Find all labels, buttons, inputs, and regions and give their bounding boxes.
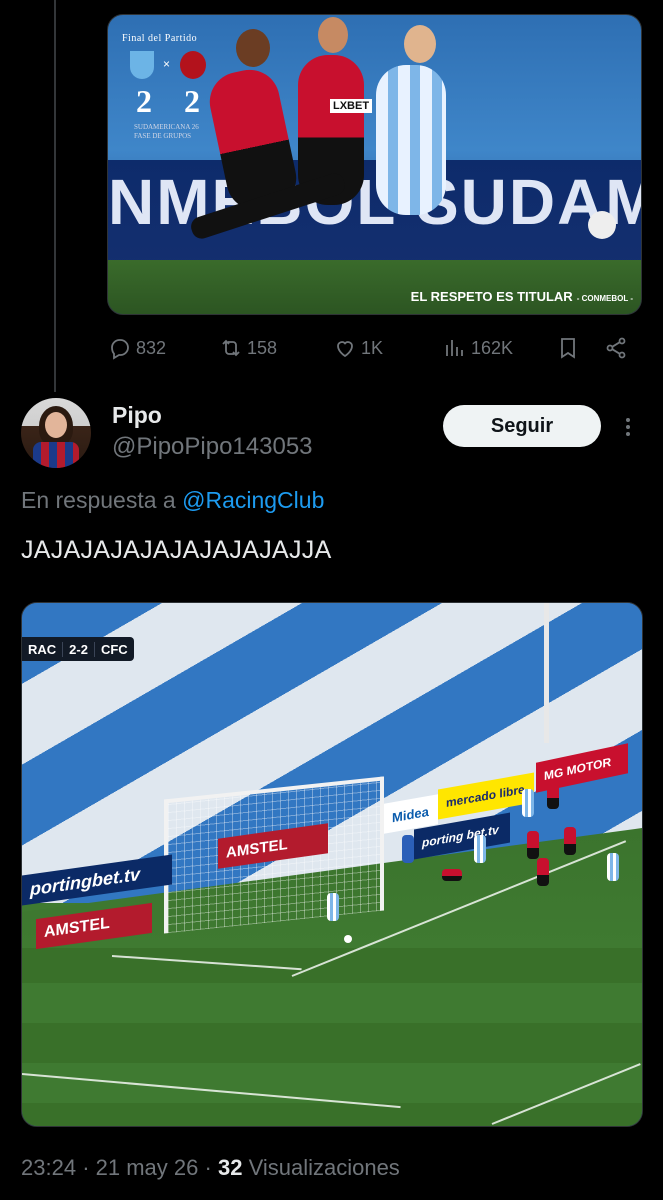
share-button[interactable]: [604, 334, 628, 362]
reply-mention-link[interactable]: @RacingClub: [182, 487, 324, 513]
video-player[interactable]: portingbet.tv AMSTEL AMSTEL Midea mercad…: [21, 602, 643, 1127]
views-label: Visualizaciones: [248, 1155, 400, 1180]
ball: [588, 211, 616, 239]
player-racing: [327, 893, 339, 921]
final-label: Final del Partido: [122, 33, 198, 44]
versus-sign: ×: [163, 57, 171, 71]
reply-context: En respuesta a @RacingClub: [21, 487, 324, 514]
pitch: [108, 260, 641, 314]
reply-count: 832: [136, 337, 167, 358]
bookmark-button[interactable]: [556, 334, 580, 362]
scorebug-score: 2-2: [62, 641, 94, 657]
tweet-text: JAJAJAJAJAJAJAJAJAJJA: [21, 536, 332, 564]
racing-crest: [130, 51, 154, 79]
share-icon: [606, 337, 626, 359]
thread-line: [54, 0, 56, 392]
player-head: [236, 29, 270, 67]
slogan-brand: - CONMEBOL -: [576, 294, 633, 303]
ad-text: NMEBOL SUDAME: [108, 166, 641, 238]
player-head: [318, 17, 348, 53]
more-icon[interactable]: [620, 415, 636, 439]
player-head: [404, 25, 436, 63]
competition-stage: FASE DE GRUPOS: [134, 132, 192, 140]
slogan-text: EL RESPETO ES TITULAR: [410, 289, 573, 304]
repost-button[interactable]: 158: [219, 334, 277, 362]
repost-icon: [222, 339, 240, 357]
avatar[interactable]: [21, 398, 91, 468]
repost-count: 158: [247, 337, 278, 358]
views-number: 32: [217, 1155, 243, 1180]
competition-label: SUDAMERICANA 26 FASE DE GRUPOS: [134, 123, 199, 141]
player-caracas: [527, 831, 539, 859]
bookmark-icon: [561, 338, 575, 359]
scorebug: RAC 2-2 CFC: [22, 637, 134, 661]
display-name[interactable]: Pipo: [112, 402, 162, 429]
separator-dot: ·: [204, 1155, 212, 1180]
shirt-sponsor: LXBET: [330, 99, 373, 113]
player-caracas: [547, 781, 559, 809]
views-button[interactable]: 162K: [443, 334, 513, 362]
like-icon: [337, 341, 353, 358]
player-caracas: [564, 827, 576, 855]
tweet-time: 23:24: [21, 1155, 77, 1180]
like-button[interactable]: 1K: [333, 334, 383, 362]
player-racing: [522, 789, 534, 817]
player-racing: [607, 853, 619, 881]
caracas-crest: [180, 51, 206, 79]
views-icon: [446, 340, 463, 356]
tweet-timestamp[interactable]: 23:24 · 21 may 26 · 32 Visualizaciones: [21, 1155, 400, 1181]
scorebug-away: CFC: [93, 641, 134, 657]
reply-icon: [111, 339, 129, 360]
home-score: 2: [136, 83, 152, 119]
reply-button[interactable]: 832: [108, 334, 166, 362]
tweet-date: 21 may 26: [95, 1155, 199, 1180]
competition-name: SUDAMERICANA 26: [134, 123, 199, 131]
player-caracas: [442, 869, 462, 881]
slogan: EL RESPETO ES TITULAR - CONMEBOL -: [411, 289, 633, 304]
views-count: 162K: [471, 337, 514, 358]
separator-dot: ·: [82, 1155, 90, 1180]
stadium-pole: [544, 603, 549, 743]
user-handle[interactable]: @PipoPipo143053: [112, 433, 313, 461]
away-score: 2: [184, 83, 200, 119]
avatar-shirt: [33, 442, 79, 468]
top-media-image[interactable]: NMEBOL SUDAME LXBET Final del Partido × …: [107, 14, 642, 315]
follow-button[interactable]: Seguir: [443, 405, 601, 447]
reply-prefix: En respuesta a: [21, 487, 176, 513]
avatar-face: [45, 412, 67, 438]
player-caracas: [537, 858, 549, 886]
goalkeeper: [402, 835, 414, 863]
scorebug-home: RAC: [28, 641, 57, 657]
ball: [344, 935, 352, 943]
player-sky: [376, 65, 446, 215]
player-racing: [474, 835, 486, 863]
like-count: 1K: [361, 337, 384, 358]
